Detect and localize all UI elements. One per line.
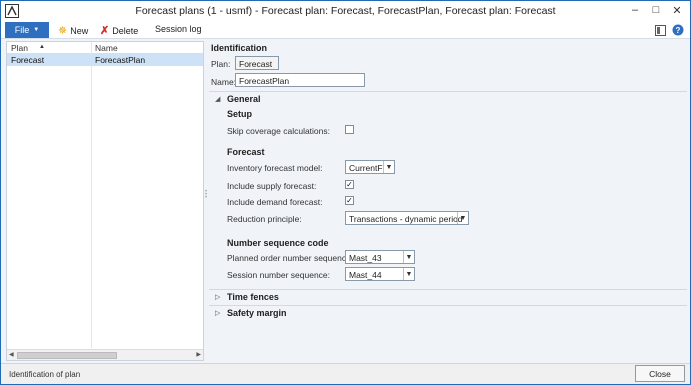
close-button[interactable]: Close [635,365,685,382]
chevron-down-icon[interactable]: ▼ [403,268,414,280]
status-text: Identification of plan [9,370,81,379]
scroll-left-icon[interactable]: ◀ [9,351,14,358]
title-bar: Forecast plans (1 - usmf) - Forecast pla… [1,1,690,21]
planned-order-combo[interactable]: Mast_43 ▼ [345,250,415,264]
collapse-general-icon[interactable]: ◢ [215,95,220,103]
safety-margin-divider [209,305,687,306]
table-row[interactable]: Forecast ForecastPlan [7,54,203,66]
skip-coverage-checkbox[interactable] [345,125,354,134]
chevron-down-icon[interactable]: ▼ [457,212,468,224]
column-header-name[interactable]: Name [95,43,118,53]
delete-label: Delete [112,25,139,36]
identification-title: Identification [211,43,267,53]
forecast-plans-window: Forecast plans (1 - usmf) - Forecast pla… [0,0,691,385]
horizontal-scrollbar[interactable]: ◀ ▶ [7,349,203,360]
number-sequence-title: Number sequence code [227,238,329,248]
window-title: Forecast plans (1 - usmf) - Forecast pla… [135,5,556,17]
expand-time-fences-icon[interactable]: ▷ [215,293,220,301]
planned-order-value: Mast_43 [349,253,382,263]
chevron-down-icon[interactable]: ▼ [383,161,394,173]
inventory-model-combo[interactable]: CurrentF ▼ [345,160,395,174]
reduction-value: Transactions - dynamic period [349,214,463,224]
chevron-down-icon[interactable]: ▼ [403,251,414,263]
include-supply-label: Include supply forecast: [227,181,317,191]
delete-button[interactable]: ✗ Delete [100,24,138,37]
row-name-cell: ForecastPlan [95,55,146,65]
expand-safety-margin-icon[interactable]: ▷ [215,309,220,317]
delete-icon: ✗ [100,25,110,37]
session-seq-combo[interactable]: Mast_44 ▼ [345,267,415,281]
action-pane: File ▼ ✵ New ✗ Delete Session log ? [1,21,690,39]
details-pane: Identification Plan: Forecast Name: Fore… [209,41,688,321]
pane-splitter-handle[interactable]: • • • [205,189,208,201]
close-window-icon[interactable]: ✕ [669,3,685,17]
inventory-model-value: CurrentF [349,163,383,173]
general-fasttab-title[interactable]: General [227,94,261,104]
file-menu-label: File [14,25,30,35]
reduction-combo[interactable]: Transactions - dynamic period ▼ [345,211,469,225]
skip-coverage-label: Skip coverage calculations: [227,126,331,136]
include-demand-label: Include demand forecast: [227,197,323,207]
scrollbar-thumb[interactable] [17,352,117,359]
name-label: Name: [211,77,237,87]
layout-icon[interactable] [653,23,667,37]
minimize-icon[interactable]: – [627,3,643,17]
session-log-button[interactable]: Session log [155,24,202,34]
session-seq-label: Session number sequence: [227,270,331,280]
include-demand-checkbox[interactable]: ✓ [345,196,354,205]
session-log-label: Session log [155,24,202,34]
row-plan-cell: Forecast [11,55,45,65]
column-header-plan[interactable]: Plan [11,43,28,53]
help-icon[interactable]: ? [671,23,685,37]
sort-ascending-icon: ▲ [39,44,45,50]
safety-margin-fasttab[interactable]: Safety margin [227,308,287,318]
session-seq-value: Mast_44 [349,270,382,280]
inventory-model-label: Inventory forecast model: [227,163,323,173]
file-dropdown-icon: ▼ [33,27,40,33]
reduction-label: Reduction principle: [227,214,302,224]
name-field[interactable]: ForecastPlan [235,73,365,87]
new-icon: ✵ [58,25,68,37]
planned-order-label: Planned order number sequence: [227,253,354,263]
plan-field[interactable]: Forecast [235,56,279,70]
time-fences-fasttab[interactable]: Time fences [227,292,279,302]
setup-group-title: Setup [227,109,253,119]
forecast-plan-grid: Plan ▲ Name Forecast ForecastPlan ◀ ▶ [6,41,204,361]
scroll-right-icon[interactable]: ▶ [196,351,201,358]
new-label: New [70,25,89,36]
maximize-icon[interactable]: □ [648,3,664,17]
grid-header: Plan ▲ Name [7,42,203,54]
include-supply-checkbox[interactable]: ✓ [345,180,354,189]
new-button[interactable]: ✵ New [58,24,88,37]
time-fences-divider [209,289,687,290]
column-divider [91,42,92,348]
svg-text:?: ? [676,26,681,35]
file-menu-button[interactable]: File ▼ [5,22,49,38]
plan-label: Plan: [211,59,231,69]
forecast-group-title: Forecast [227,147,265,157]
status-bar: Identification of plan Close [1,363,690,384]
general-divider [209,91,687,92]
